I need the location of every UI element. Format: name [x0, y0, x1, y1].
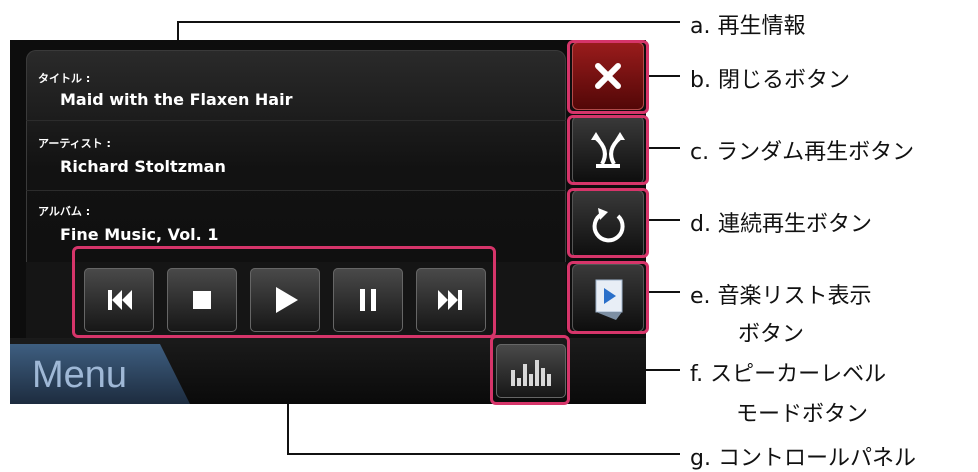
speaker-level-button[interactable] [496, 344, 566, 398]
title-value: Maid with the Flaxen Hair [60, 90, 293, 109]
callout-b: b. 閉じるボタン [690, 68, 850, 93]
callout-f2: モードボタン [736, 402, 869, 427]
callout-e1: e. 音楽リスト表示 [690, 284, 872, 309]
skip-next-button[interactable] [416, 268, 486, 332]
album-row: アルバム : Fine Music, Vol. 1 [26, 190, 566, 251]
menu-tab[interactable]: Menu [10, 344, 190, 404]
callout-a: a. 再生情報 [690, 14, 806, 39]
stop-icon [193, 291, 211, 309]
pause-button[interactable] [333, 268, 403, 332]
title-row: タイトル : Maid with the Flaxen Hair [26, 50, 566, 110]
callout-g: g. コントロールパネル [690, 446, 916, 471]
skip-previous-button[interactable] [84, 268, 154, 332]
skip-next-icon [438, 290, 462, 310]
album-label: アルバム : [38, 205, 91, 218]
repeat-button[interactable] [572, 190, 644, 258]
artist-label: アーティスト : [38, 137, 111, 150]
control-bar [26, 262, 566, 338]
callout-e2: ボタン [738, 322, 805, 347]
callout-c: c. ランダム再生ボタン [690, 140, 915, 165]
music-list-button[interactable] [572, 264, 644, 332]
shuffle-button[interactable] [572, 116, 644, 184]
music-player-screen: タイトル : Maid with the Flaxen Hair アーティスト … [10, 40, 646, 404]
skip-previous-icon [108, 290, 132, 310]
title-label: タイトル : [38, 72, 91, 85]
shuffle-icon [591, 132, 625, 168]
artist-row: アーティスト : Richard Stoltzman [26, 120, 566, 181]
callout-f1: f. スピーカーレベル [690, 362, 887, 387]
album-value: Fine Music, Vol. 1 [60, 225, 219, 244]
menu-area: Menu [10, 338, 646, 404]
repeat-icon [592, 208, 625, 243]
artist-value: Richard Stoltzman [60, 157, 226, 176]
play-icon [276, 287, 298, 313]
stop-button[interactable] [167, 268, 237, 332]
callout-d: d. 連続再生ボタン [690, 212, 872, 237]
close-button[interactable] [572, 42, 644, 110]
playback-info-panel: タイトル : Maid with the Flaxen Hair アーティスト … [26, 50, 566, 288]
play-button[interactable] [250, 268, 320, 332]
menu-label: Menu [32, 354, 128, 396]
pause-icon [360, 289, 376, 311]
close-icon [595, 63, 621, 89]
speaker-level-icon [511, 360, 551, 386]
music-list-icon [595, 279, 623, 320]
